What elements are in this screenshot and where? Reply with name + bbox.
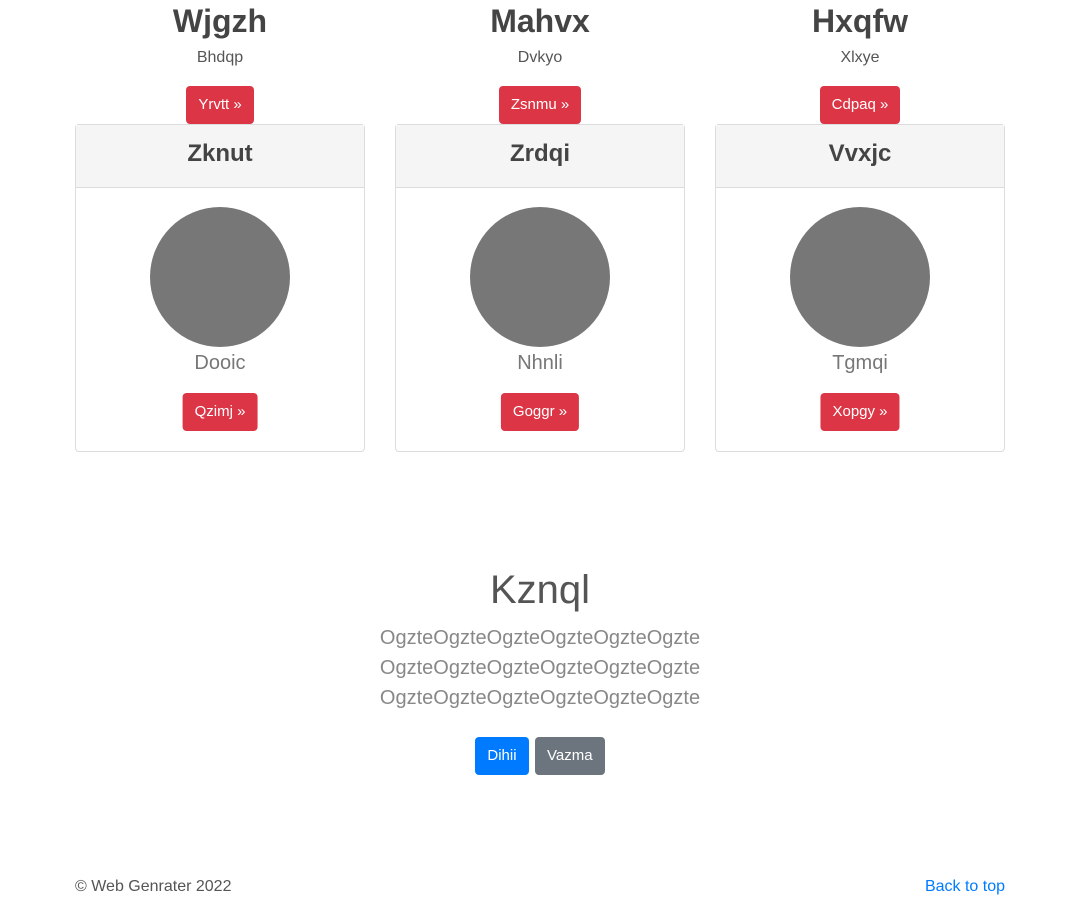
card-name: Dooic [194, 352, 246, 374]
feature-column: Mahvx Dvkyo Zsnmu » [395, 0, 685, 124]
avatar [470, 207, 610, 347]
feature-button[interactable]: Zsnmu » [498, 86, 582, 124]
card-button[interactable]: Qzimj » [182, 393, 258, 431]
profile-card: Zknut Dooic Qzimj » [75, 124, 365, 452]
feature-title: Wjgzh [172, 3, 268, 39]
hero-buttons: Dihii Vazma [0, 737, 1080, 775]
secondary-button[interactable]: Vazma [535, 737, 605, 775]
hero-section: Kznql OgzteOgzteOgzteOgzteOgzteOgzte Ogz… [0, 565, 1080, 775]
card-header: Zknut [76, 125, 364, 188]
feature-subtitle: Xlxye [840, 49, 880, 66]
back-to-top-link[interactable]: Back to top [925, 878, 1005, 896]
profile-card: Zrdqi Nhnli Goggr » [395, 124, 685, 452]
avatar [790, 207, 930, 347]
feature-title: Mahvx [490, 3, 590, 39]
copyright-text: © Web Genrater 2022 [75, 878, 232, 895]
hero-text: OgzteOgzteOgzteOgzteOgzteOgzte OgzteOgzt… [0, 623, 1080, 713]
feature-row: Wjgzh Bhdqp Yrvtt » Mahvx Dvkyo Zsnmu » … [75, 0, 1005, 124]
hero-text-line: OgzteOgzteOgzteOgzteOgzteOgzte [379, 627, 701, 649]
hero-text-line: OgzteOgzteOgzteOgzteOgzteOgzte [379, 687, 701, 709]
feature-subtitle: Bhdqp [196, 49, 244, 66]
card-button[interactable]: Goggr » [500, 393, 580, 431]
hero-text-line: OgzteOgzteOgzteOgzteOgzteOgzte [379, 657, 701, 679]
hero-title: Kznql [489, 568, 591, 612]
feature-button[interactable]: Yrvtt » [186, 86, 254, 124]
card-name: Tgmqi [832, 352, 888, 374]
card-button[interactable]: Xopgy » [820, 393, 900, 431]
card-header: Vvxjc [716, 125, 1004, 188]
primary-button[interactable]: Dihii [475, 737, 529, 775]
feature-button[interactable]: Cdpaq » [819, 86, 901, 124]
avatar [150, 207, 290, 347]
feature-column: Wjgzh Bhdqp Yrvtt » [75, 0, 365, 124]
feature-column: Hxqfw Xlxye Cdpaq » [715, 0, 1005, 124]
card-header: Zrdqi [396, 125, 684, 188]
card-name: Nhnli [517, 352, 563, 374]
feature-subtitle: Dvkyo [517, 49, 563, 66]
profile-card: Vvxjc Tgmqi Xopgy » [715, 124, 1005, 452]
feature-title: Hxqfw [812, 3, 908, 39]
